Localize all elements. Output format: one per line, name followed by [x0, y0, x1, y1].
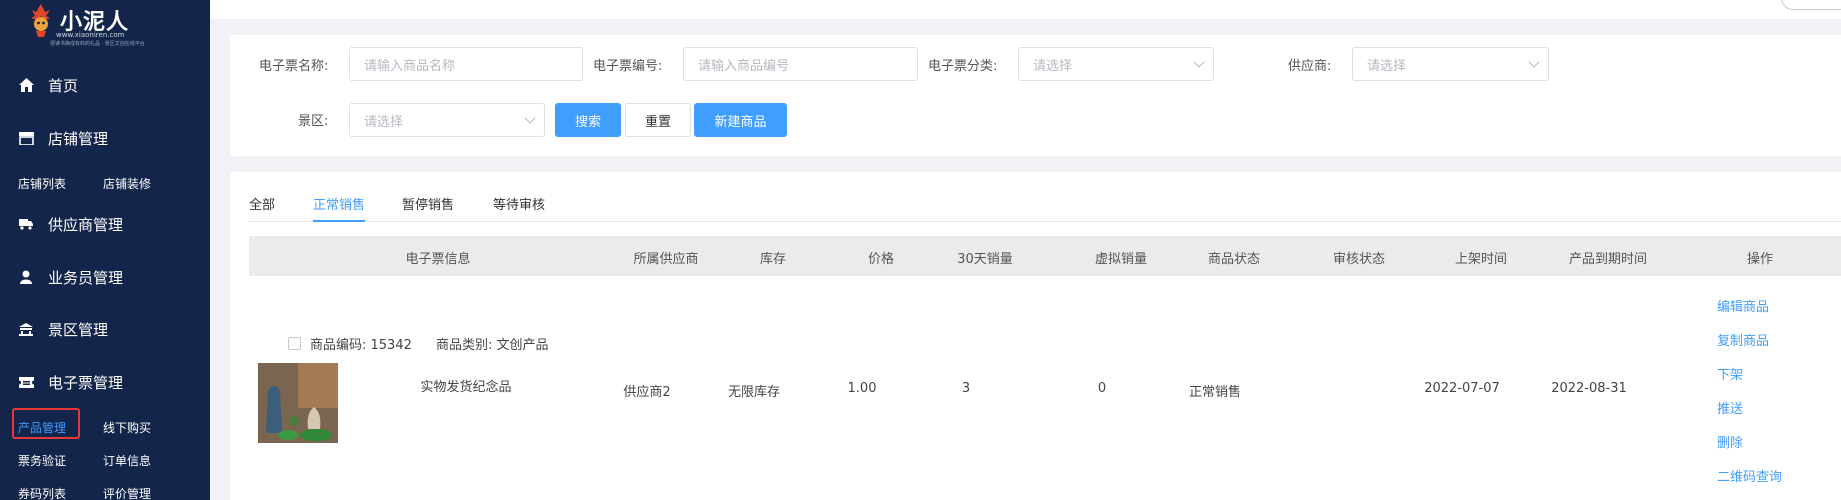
product-supplier: 供应商2 — [623, 385, 671, 400]
table-header: 电子票信息 所属供应商 库存 价格 30天销量 虚拟销量 商品状态 审核状态 上… — [249, 236, 1841, 276]
product-listed-date: 2022-07-07 — [1424, 381, 1500, 396]
truck-icon — [18, 216, 34, 232]
mascot-icon — [31, 4, 50, 37]
product-photo-icon — [258, 363, 338, 443]
code-label: 电子票编号: — [593, 59, 663, 74]
sidebar-sub-offline-buy[interactable]: 线下购买 — [103, 419, 151, 436]
sidebar-sub-store-decor[interactable]: 店铺装修 — [103, 175, 151, 192]
sidebar-item-label: 店铺管理 — [48, 129, 109, 148]
reset-button[interactable]: 重置 — [625, 103, 691, 137]
sidebar-sub-ticket-verify[interactable]: 票务验证 — [18, 452, 66, 469]
scenic-icon — [18, 321, 34, 337]
sidebar-item-supplier[interactable]: 供应商管理 — [0, 209, 210, 239]
filter-panel: 电子票名称: 请输入商品名称 电子票编号: 请输入商品编号 电子票分类: 请选择… — [230, 35, 1841, 156]
column-header: 产品到期时间 — [1568, 252, 1648, 267]
tab-all[interactable]: 全部 — [249, 194, 275, 213]
top-header: ··· ··· · ··· · — [210, 0, 1841, 19]
sidebar-item-home[interactable]: 首页 — [0, 70, 210, 100]
tab-paused[interactable]: 暂停销售 — [402, 194, 454, 213]
name-placeholder: 请输入商品名称 — [364, 58, 456, 74]
unlist-product-link[interactable]: 下架 — [1717, 364, 1743, 383]
home-icon — [18, 77, 34, 93]
column-header: 虚拟销量 — [1094, 252, 1148, 267]
new-product-button[interactable]: 新建商品 — [694, 103, 787, 137]
category-label: 电子票分类: — [928, 59, 998, 74]
edit-product-link[interactable]: 编辑商品 — [1717, 296, 1769, 315]
product-virtual-sales: 0 — [1097, 381, 1107, 396]
product-stock: 无限库存 — [727, 385, 781, 400]
push-product-link[interactable]: 推送 — [1717, 398, 1743, 417]
chevron-down-icon — [524, 112, 536, 124]
product-category: 商品类别: 文创产品 — [436, 338, 549, 353]
code-input[interactable]: 请输入商品编号 — [683, 47, 918, 81]
product-code: 商品编码: 15342 — [310, 338, 412, 353]
sidebar-item-label: 业务员管理 — [48, 268, 124, 287]
brand-logo[interactable]: 小泥人 www.xiaoniren.com 把读书换成有料的礼品 · 景区文创在… — [0, 0, 210, 52]
chevron-down-icon — [1528, 56, 1540, 68]
sidebar-item-eticket[interactable]: 电子票管理 — [0, 367, 210, 397]
delete-product-link[interactable]: 删除 — [1717, 432, 1743, 451]
sidebar: 小泥人 www.xiaoniren.com 把读书换成有料的礼品 · 景区文创在… — [0, 0, 210, 500]
scenic-label: 景区: — [298, 114, 329, 129]
sidebar-sub-review-manage[interactable]: 评价管理 — [103, 485, 151, 500]
sidebar-item-label: 供应商管理 — [48, 215, 124, 234]
row-checkbox[interactable] — [288, 337, 301, 350]
sidebar-sub-product-manage[interactable]: 产品管理 — [18, 419, 66, 436]
qrcode-query-link[interactable]: 二维码查询 — [1717, 466, 1782, 485]
active-tab-indicator — [313, 220, 365, 222]
copy-product-link[interactable]: 复制商品 — [1717, 330, 1769, 349]
brand-slogan: 把读书换成有料的礼品 · 景区文创在线平台 — [50, 41, 145, 47]
ticket-icon — [18, 374, 34, 390]
column-header: 操作 — [1746, 252, 1774, 267]
sidebar-item-label: 电子票管理 — [48, 373, 124, 392]
sidebar-item-salesman[interactable]: 业务员管理 — [0, 262, 210, 292]
tab-pending-review[interactable]: 等待审核 — [493, 194, 545, 213]
search-button[interactable]: 搜索 — [555, 103, 621, 137]
top-user-info[interactable]: ··· ··· · ··· · — [1724, 0, 1781, 6]
tab-on-sale[interactable]: 正常销售 — [313, 194, 365, 213]
top-action-pill[interactable] — [1781, 0, 1841, 10]
chevron-down-icon — [1193, 56, 1205, 68]
column-header: 审核状态 — [1332, 252, 1386, 267]
product-list-panel: 全部 正常销售 暂停销售 等待审核 电子票信息 所属供应商 库存 价格 30天销… — [230, 172, 1841, 500]
store-icon — [18, 130, 34, 146]
column-header: 上架时间 — [1454, 252, 1508, 267]
name-input[interactable]: 请输入商品名称 — [349, 47, 583, 81]
scenic-placeholder: 请选择 — [364, 114, 404, 130]
product-expire-date: 2022-08-31 — [1551, 381, 1627, 396]
brand-url: www.xiaoniren.com — [56, 31, 125, 39]
product-price: 1.00 — [847, 381, 877, 396]
column-header: 所属供应商 — [633, 252, 699, 267]
sidebar-item-store[interactable]: 店铺管理 — [0, 123, 210, 153]
column-header: 30天销量 — [957, 252, 1013, 267]
column-header: 价格 — [867, 252, 895, 267]
user-icon — [18, 269, 34, 285]
sidebar-sub-order-info[interactable]: 订单信息 — [103, 452, 151, 469]
sidebar-item-label: 景区管理 — [48, 320, 109, 339]
supplier-label: 供应商: — [1288, 59, 1332, 74]
column-header: 电子票信息 — [405, 252, 471, 267]
category-placeholder: 请选择 — [1033, 58, 1073, 74]
column-header: 商品状态 — [1207, 252, 1261, 267]
supplier-placeholder: 请选择 — [1367, 58, 1407, 74]
product-thumbnail[interactable] — [258, 363, 338, 443]
code-placeholder: 请输入商品编号 — [698, 58, 790, 74]
category-select[interactable]: 请选择 — [1018, 47, 1214, 81]
product-name: 实物发货纪念品 — [420, 380, 512, 395]
tab-divider — [249, 221, 1841, 222]
name-label: 电子票名称: — [259, 59, 329, 74]
sidebar-item-label: 首页 — [48, 76, 79, 95]
product-status: 正常销售 — [1188, 385, 1242, 400]
product-sales-30d: 3 — [961, 381, 971, 396]
sidebar-item-scenic[interactable]: 景区管理 — [0, 314, 210, 344]
sidebar-sub-coupon-list[interactable]: 券码列表 — [18, 485, 66, 500]
column-header: 库存 — [759, 252, 787, 267]
sidebar-sub-store-list[interactable]: 店铺列表 — [18, 175, 66, 192]
supplier-select[interactable]: 请选择 — [1352, 47, 1549, 81]
scenic-select[interactable]: 请选择 — [349, 103, 545, 137]
